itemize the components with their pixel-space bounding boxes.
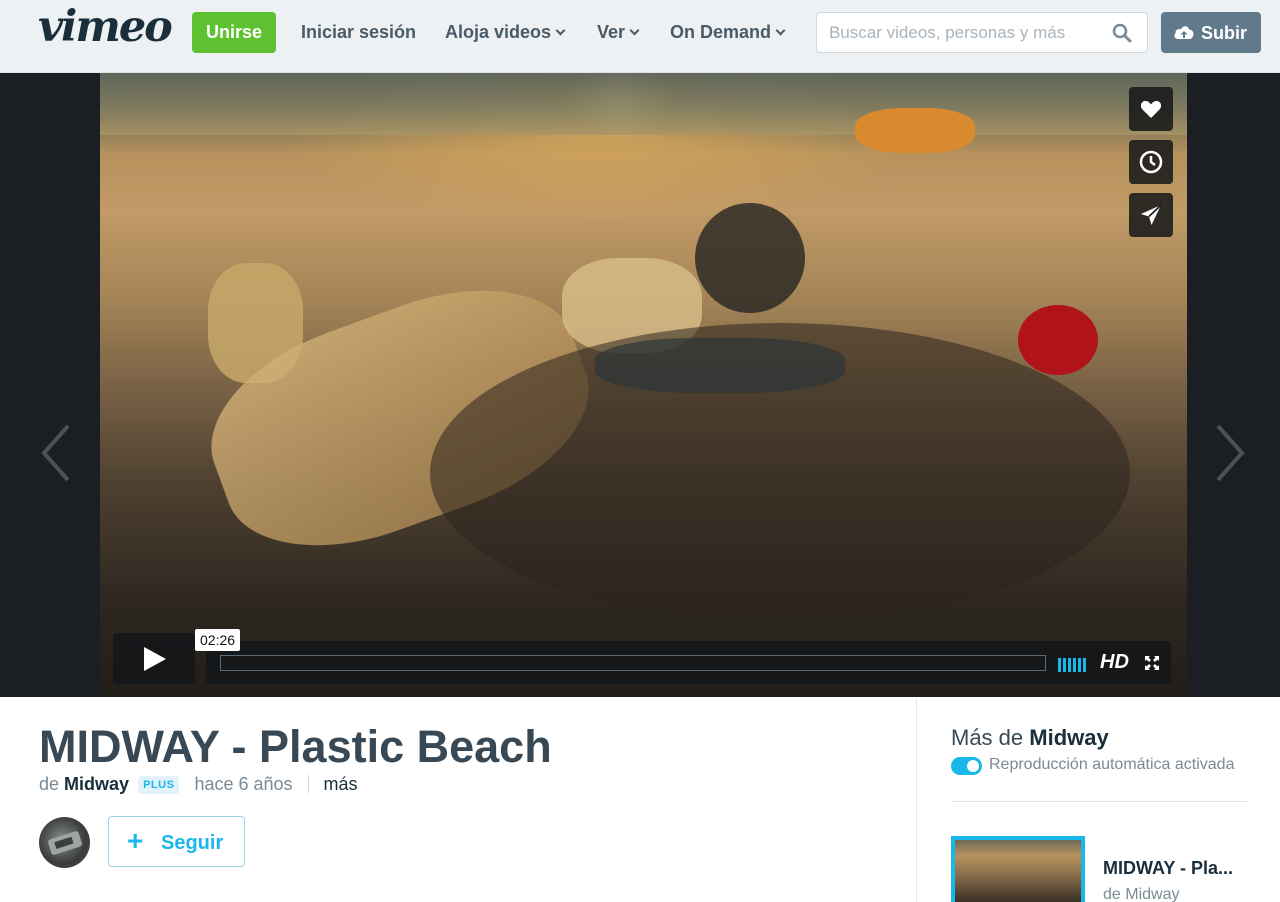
autoplay-toggle[interactable] <box>951 757 982 775</box>
play-icon <box>144 647 166 671</box>
avatar[interactable] <box>39 817 90 868</box>
chevron-down-icon <box>555 25 566 36</box>
video-stage <box>0 73 1280 697</box>
share-button[interactable] <box>1129 193 1173 237</box>
nav-login[interactable]: Iniciar sesión <box>301 22 416 43</box>
owner-link[interactable]: Midway <box>64 774 129 794</box>
more-from-prefix: Más de <box>951 725 1024 750</box>
video-scene-basket <box>695 203 805 313</box>
upload-button-label: Subir <box>1201 23 1248 43</box>
search-input[interactable] <box>829 13 1109 52</box>
video-scene-red-cap <box>1018 305 1098 375</box>
related-video-thumbnail[interactable] <box>951 836 1085 902</box>
control-bar: HD <box>206 641 1171 684</box>
nav-on-demand[interactable]: On Demand <box>670 22 786 43</box>
search-icon[interactable] <box>1111 22 1133 44</box>
video-frame[interactable] <box>100 73 1187 697</box>
chevron-down-icon <box>775 25 786 36</box>
nav-host-videos[interactable]: Aloja videos <box>445 22 566 43</box>
video-scene-debris <box>855 108 975 153</box>
follow-button[interactable]: + Seguir <box>108 816 245 867</box>
video-scene-seaweed <box>430 323 1130 623</box>
video-title: MIDWAY - Plastic Beach <box>39 721 552 772</box>
autoplay-label: Reproducción automática activada <box>989 756 1235 773</box>
fullscreen-icon[interactable] <box>1144 655 1160 671</box>
next-video-arrow-icon[interactable] <box>1212 423 1248 483</box>
hd-toggle[interactable]: HD <box>1100 651 1129 674</box>
more-from-heading: Más de Midway <box>951 725 1109 751</box>
more-from-owner[interactable]: Midway <box>1029 725 1108 750</box>
more-from-sidebar: Más de Midway Reproducción automática ac… <box>916 698 1280 902</box>
nav-watch-label: Ver <box>597 22 626 42</box>
video-scene-sea <box>100 73 1187 135</box>
nav-watch[interactable]: Ver <box>597 22 640 43</box>
heart-icon <box>1140 101 1162 118</box>
like-button[interactable] <box>1129 87 1173 131</box>
top-nav-bar: vimeo Unirse Iniciar sesión Aloja videos… <box>0 0 1280 73</box>
upload-button[interactable]: Subir <box>1161 12 1261 53</box>
more-link[interactable]: más <box>324 774 358 794</box>
time-tooltip: 02:26 <box>195 629 241 651</box>
search-box <box>816 12 1148 53</box>
upload-age: hace 6 años <box>194 774 293 794</box>
watch-later-button[interactable] <box>1129 140 1173 184</box>
follow-button-label: Seguir <box>161 832 224 854</box>
plus-icon: + <box>127 825 144 856</box>
related-video-title[interactable]: MIDWAY - Pla... <box>1103 858 1233 879</box>
clock-icon <box>1139 150 1163 174</box>
avatar-image <box>48 831 82 855</box>
progress-bar[interactable] <box>220 655 1046 671</box>
related-video-owner: de Midway <box>1103 886 1180 902</box>
by-prefix: de <box>39 774 60 794</box>
vimeo-logo[interactable]: vimeo <box>38 6 173 49</box>
chevron-down-icon <box>629 25 640 36</box>
join-button[interactable]: Unirse <box>192 12 276 53</box>
nav-login-label: Iniciar sesión <box>301 22 417 42</box>
cloud-upload-icon <box>1174 26 1194 39</box>
plus-badge: PLUS <box>138 776 180 794</box>
send-icon <box>1141 204 1162 225</box>
sidebar-divider <box>951 801 1247 802</box>
player-controls: HD <box>113 633 1171 684</box>
video-meta: de Midway PLUS hace 6 años más <box>39 774 358 796</box>
meta-divider <box>307 775 309 793</box>
play-button[interactable] <box>113 633 195 684</box>
nav-on-demand-label: On Demand <box>670 22 772 42</box>
nav-host-videos-label: Aloja videos <box>445 22 552 42</box>
volume-icon[interactable] <box>1058 656 1088 672</box>
previous-video-arrow-icon[interactable] <box>38 423 74 483</box>
